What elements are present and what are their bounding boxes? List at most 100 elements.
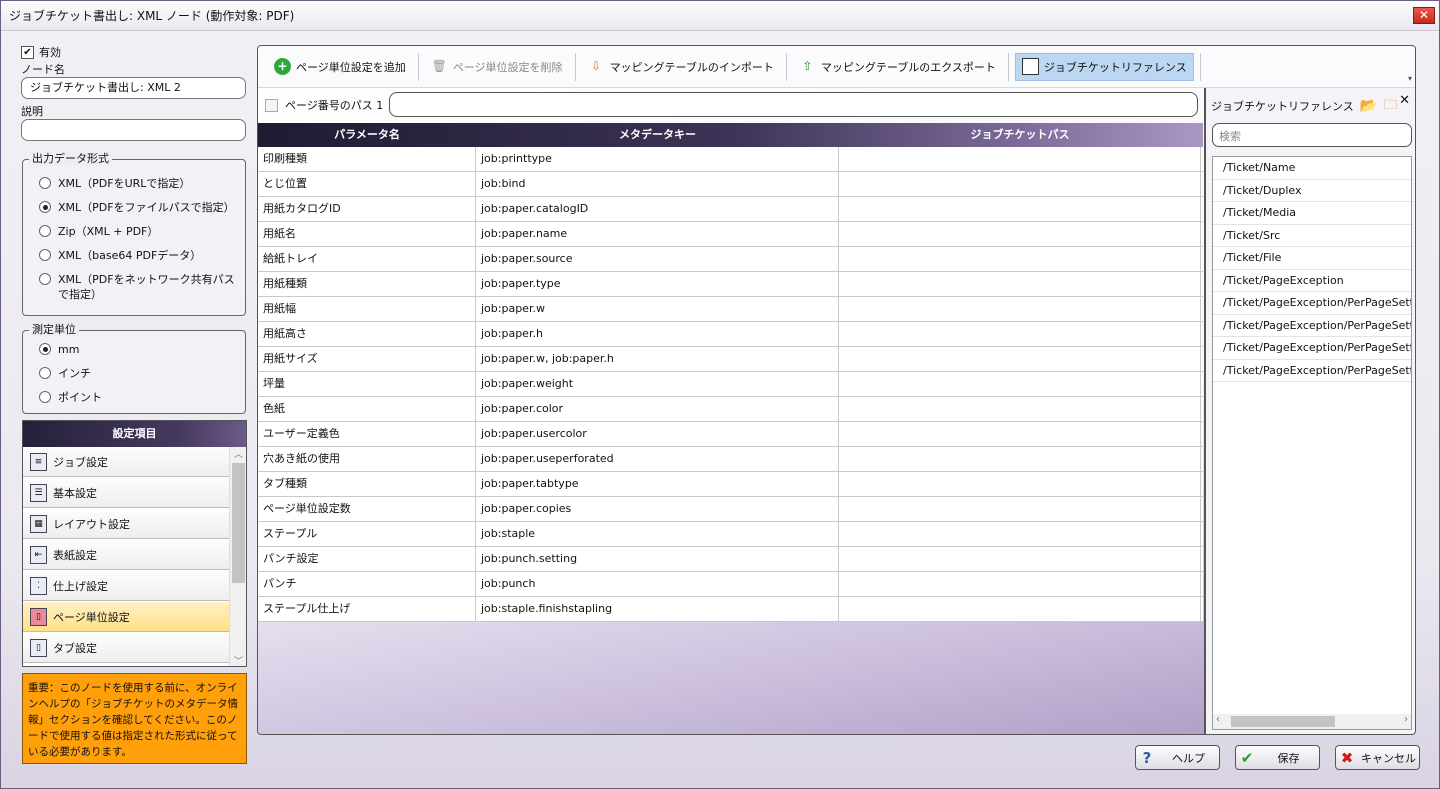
- table-row[interactable]: ユーザー定義色 job:paper.usercolor: [258, 422, 1203, 447]
- reference-item[interactable]: /Ticket/PageException/PerPageSetting: [1213, 337, 1411, 360]
- output-format-option[interactable]: XML（PDFをネットワーク共有パスで指定）: [39, 272, 239, 302]
- folder-open-icon[interactable]: 📂: [1360, 98, 1377, 114]
- reference-item[interactable]: /Ticket/PageException/PerPageSetting: [1213, 315, 1411, 337]
- output-format-option[interactable]: Zip（XML + PDF）: [39, 224, 158, 239]
- cell-ticket-path[interactable]: [839, 322, 1201, 346]
- cell-parameter[interactable]: 用紙サイズ: [258, 347, 476, 371]
- reference-item[interactable]: /Ticket/Name: [1213, 157, 1411, 180]
- radio-icon[interactable]: [39, 225, 51, 237]
- radio-selected-icon[interactable]: [39, 343, 51, 355]
- column-header-parameter[interactable]: パラメータ名: [258, 123, 476, 147]
- cell-metadata-key[interactable]: job:paper.w: [476, 297, 839, 321]
- nav-item-basic-settings[interactable]: ☰ 基本設定: [23, 478, 230, 508]
- import-mapping-button[interactable]: ⇩ マッピングテーブルのインポート: [582, 53, 780, 81]
- cell-ticket-path[interactable]: [839, 147, 1201, 171]
- close-icon[interactable]: ✕: [1399, 93, 1410, 108]
- table-row[interactable]: 穴あき紙の使用 job:paper.useperforated: [258, 447, 1203, 472]
- cancel-button[interactable]: ✖ キャンセル: [1335, 745, 1420, 770]
- cell-ticket-path[interactable]: [839, 372, 1201, 396]
- close-button[interactable]: ✕: [1413, 7, 1435, 24]
- cell-metadata-key[interactable]: job:paper.tabtype: [476, 472, 839, 496]
- table-row[interactable]: とじ位置 job:bind: [258, 172, 1203, 197]
- table-row[interactable]: ステープル仕上げ job:staple.finishstapling: [258, 597, 1203, 622]
- cell-ticket-path[interactable]: [839, 272, 1201, 296]
- reference-item[interactable]: /Ticket/PageException: [1213, 270, 1411, 292]
- table-row[interactable]: 坪量 job:paper.weight: [258, 372, 1203, 397]
- cell-parameter[interactable]: タブ種類: [258, 472, 476, 496]
- cell-parameter[interactable]: ステープル: [258, 522, 476, 546]
- delete-page-setting-button[interactable]: 🗑 ページ単位設定を削除: [425, 53, 569, 81]
- reference-item[interactable]: /Ticket/Src: [1213, 225, 1411, 247]
- reference-item[interactable]: /Ticket/File: [1213, 247, 1411, 270]
- cell-metadata-key[interactable]: job:staple: [476, 522, 839, 546]
- cell-parameter[interactable]: とじ位置: [258, 172, 476, 196]
- radio-icon[interactable]: [39, 177, 51, 189]
- cell-parameter[interactable]: ユーザー定義色: [258, 422, 476, 446]
- cell-metadata-key[interactable]: job:paper.color: [476, 397, 839, 421]
- nav-scrollbar[interactable]: ︿ ﹀: [229, 447, 246, 666]
- reference-item[interactable]: /Ticket/Duplex: [1213, 180, 1411, 202]
- cell-parameter[interactable]: ページ単位設定数: [258, 497, 476, 521]
- radio-icon[interactable]: [39, 249, 51, 261]
- table-row[interactable]: 給紙トレイ job:paper.source: [258, 247, 1203, 272]
- reference-item[interactable]: /Ticket/PageException/PerPageSetting: [1213, 360, 1411, 382]
- table-row[interactable]: タブ種類 job:paper.tabtype: [258, 472, 1203, 497]
- table-row[interactable]: 用紙高さ job:paper.h: [258, 322, 1203, 347]
- page-path-input[interactable]: [389, 92, 1198, 117]
- cell-ticket-path[interactable]: [839, 422, 1201, 446]
- table-row[interactable]: ステープル job:staple: [258, 522, 1203, 547]
- cell-parameter[interactable]: 用紙高さ: [258, 322, 476, 346]
- column-header-metadata-key[interactable]: メタデータキー: [476, 123, 839, 147]
- table-row[interactable]: 用紙種類 job:paper.type: [258, 272, 1203, 297]
- cell-ticket-path[interactable]: [839, 597, 1201, 621]
- chevron-down-icon[interactable]: ﹀: [230, 654, 246, 666]
- cell-ticket-path[interactable]: [839, 547, 1201, 571]
- cell-parameter[interactable]: ステープル仕上げ: [258, 597, 476, 621]
- output-format-option[interactable]: XML（PDFをファイルパスで指定）: [39, 200, 235, 215]
- cell-metadata-key[interactable]: job:paper.w, job:paper.h: [476, 347, 839, 371]
- cell-ticket-path[interactable]: [839, 572, 1201, 596]
- output-format-option[interactable]: XML（PDFをURLで指定）: [39, 176, 190, 191]
- description-input[interactable]: [21, 119, 246, 141]
- cell-ticket-path[interactable]: [839, 497, 1201, 521]
- reference-item[interactable]: /Ticket/Media: [1213, 202, 1411, 225]
- job-ticket-reference-button[interactable]: ジョブチケットリファレンス: [1014, 52, 1194, 81]
- reference-scroll-thumb[interactable]: [1231, 716, 1335, 727]
- cell-parameter[interactable]: 用紙種類: [258, 272, 476, 296]
- toolbar-overflow-icon[interactable]: ▾: [1408, 74, 1412, 83]
- cell-metadata-key[interactable]: job:paper.usercolor: [476, 422, 839, 446]
- cell-parameter[interactable]: パンチ設定: [258, 547, 476, 571]
- cell-ticket-path[interactable]: [839, 197, 1201, 221]
- reference-search-input[interactable]: 検索: [1212, 123, 1412, 147]
- cell-ticket-path[interactable]: [839, 522, 1201, 546]
- chevron-right-icon[interactable]: ›: [1404, 714, 1408, 725]
- page-path-checkbox[interactable]: [265, 98, 278, 112]
- cell-metadata-key[interactable]: job:paper.copies: [476, 497, 839, 521]
- radio-selected-icon[interactable]: [39, 201, 51, 213]
- chevron-left-icon[interactable]: ‹: [1216, 714, 1220, 725]
- help-button[interactable]: ? ヘルプ: [1135, 745, 1220, 770]
- cell-metadata-key[interactable]: job:staple.finishstapling: [476, 597, 839, 621]
- cell-parameter[interactable]: 坪量: [258, 372, 476, 396]
- radio-icon[interactable]: [39, 391, 51, 403]
- table-row[interactable]: パンチ設定 job:punch.setting: [258, 547, 1203, 572]
- cell-metadata-key[interactable]: job:punch.setting: [476, 547, 839, 571]
- cell-metadata-key[interactable]: job:printtype: [476, 147, 839, 171]
- cell-ticket-path[interactable]: [839, 347, 1201, 371]
- cell-ticket-path[interactable]: [839, 172, 1201, 196]
- column-header-ticket-path[interactable]: ジョブチケットパス: [839, 123, 1201, 147]
- chevron-up-icon[interactable]: ︿: [230, 447, 246, 460]
- add-page-setting-button[interactable]: + ページ単位設定を追加: [268, 53, 412, 81]
- cell-parameter[interactable]: 穴あき紙の使用: [258, 447, 476, 471]
- cell-ticket-path[interactable]: [839, 472, 1201, 496]
- table-row[interactable]: パンチ job:punch: [258, 572, 1203, 597]
- enabled-checkbox-row[interactable]: ✔ 有効: [21, 41, 248, 63]
- table-row[interactable]: 色紙 job:paper.color: [258, 397, 1203, 422]
- unit-option[interactable]: インチ: [39, 366, 91, 381]
- nav-item-layout-settings[interactable]: ▦ レイアウト設定: [23, 509, 230, 539]
- nav-item-page-settings[interactable]: ▯ ページ単位設定: [23, 602, 230, 632]
- table-row[interactable]: 用紙名 job:paper.name: [258, 222, 1203, 247]
- cell-metadata-key[interactable]: job:paper.source: [476, 247, 839, 271]
- table-row[interactable]: 印刷種類 job:printtype: [258, 147, 1203, 172]
- node-name-input[interactable]: ジョブチケット書出し: XML 2: [21, 77, 246, 99]
